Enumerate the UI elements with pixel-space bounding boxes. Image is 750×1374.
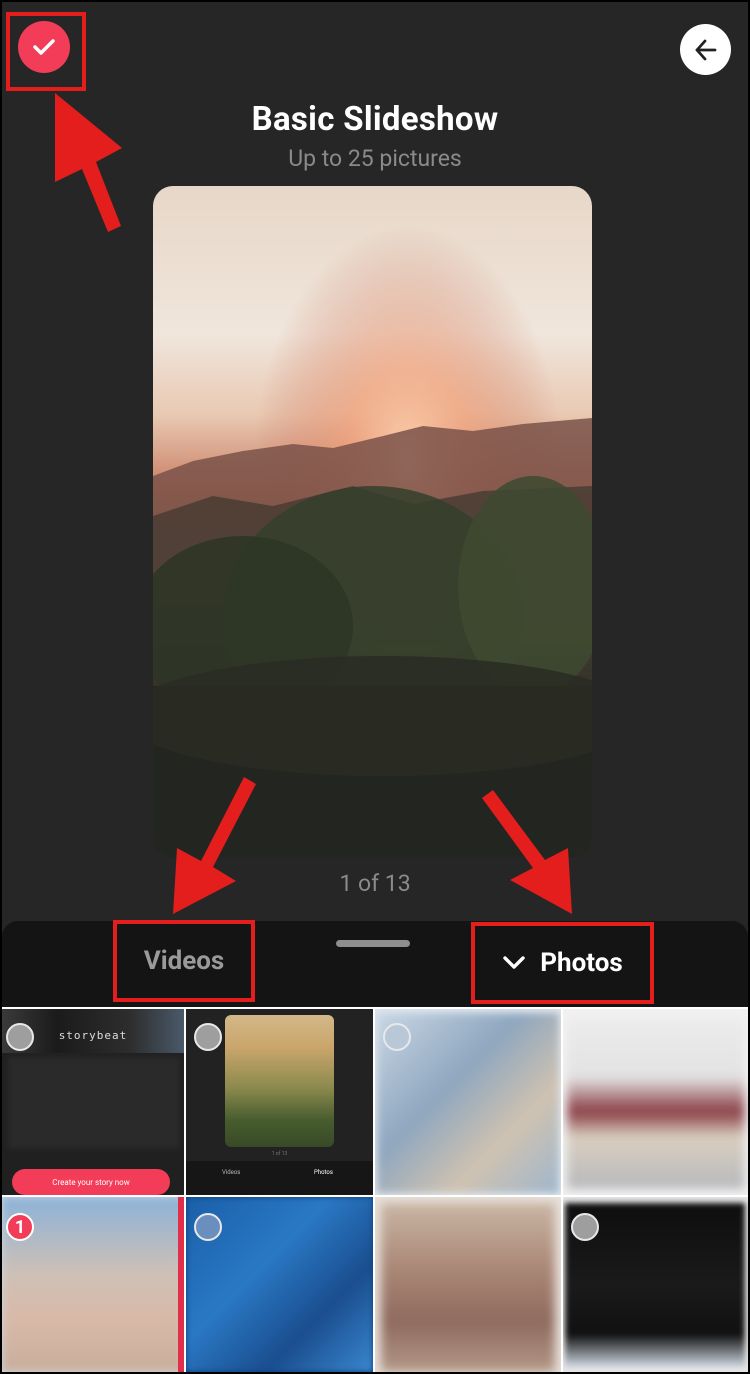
mini-tab-videos: Videos: [222, 1169, 241, 1176]
create-story-button: Create your story now: [12, 1169, 170, 1195]
tab-photos-label: Photos: [540, 948, 623, 978]
chevron-down-icon: [503, 956, 525, 969]
page-subtitle: Up to 25 pictures: [288, 145, 462, 172]
gallery-thumb[interactable]: 1 of 13 Videos Photos: [186, 1009, 373, 1195]
mini-tab-bar: [186, 1161, 373, 1195]
annotation-box-confirm: [6, 12, 86, 91]
thumb-image: [225, 1015, 334, 1147]
tab-videos-label: Videos: [143, 946, 225, 976]
back-button[interactable]: [680, 24, 731, 75]
select-circle[interactable]: [194, 1023, 222, 1051]
gallery-thumb[interactable]: [563, 1197, 748, 1372]
slide-counter: 1 of 13: [339, 870, 411, 897]
thumb-image: [567, 1017, 745, 1189]
photo-gallery-grid: storybeat Create your story now 1 of 13 …: [2, 1007, 748, 1372]
arrow-left-icon: [695, 39, 716, 60]
selected-badge[interactable]: 1: [6, 1213, 34, 1241]
select-circle[interactable]: [6, 1023, 34, 1051]
selection-edge: [178, 1197, 184, 1372]
select-circle[interactable]: [194, 1213, 222, 1241]
slideshow-preview[interactable]: [153, 186, 592, 857]
sheet-drag-handle[interactable]: [336, 940, 410, 947]
preview-landscape-image: [153, 186, 592, 857]
blurred-content: [8, 1057, 180, 1149]
mini-counter: 1 of 13: [271, 1151, 288, 1157]
gallery-thumb[interactable]: [186, 1197, 373, 1372]
gallery-thumb[interactable]: [375, 1009, 561, 1195]
tab-photos[interactable]: Photos: [471, 922, 654, 1004]
gallery-thumb[interactable]: [375, 1197, 561, 1372]
mini-tab-photos: Photos: [314, 1169, 333, 1176]
gallery-thumb[interactable]: 1: [2, 1197, 184, 1372]
thumb-image: [381, 1203, 555, 1372]
gallery-thumb[interactable]: [563, 1009, 748, 1195]
page-title: Basic Slideshow: [251, 100, 499, 139]
select-circle[interactable]: [383, 1023, 411, 1051]
gallery-thumb[interactable]: storybeat Create your story now: [2, 1009, 184, 1195]
select-circle[interactable]: [571, 1213, 599, 1241]
tab-videos[interactable]: Videos: [113, 920, 255, 1002]
